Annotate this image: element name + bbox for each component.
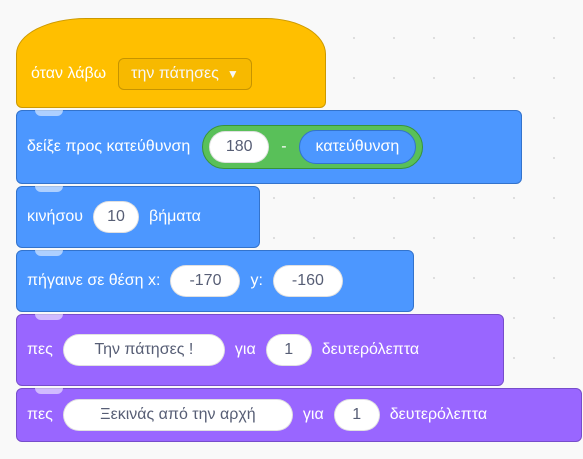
say-for-secs-block-1[interactable]: πες Την πάτησες ! για 1 δευτερόλεπτα — [16, 314, 504, 386]
say-text-input[interactable]: Την πάτησες ! — [62, 334, 225, 366]
steps-input[interactable]: 10 — [92, 201, 139, 233]
seconds-unit-label: δευτερόλεπτα — [321, 341, 420, 358]
point-in-direction-block[interactable]: δείξε προς κατεύθυνση 180 - κατεύθυνση — [16, 110, 522, 184]
say-for-secs-block-2[interactable]: πες Ξεκινάς από την αρχή για 1 δευτερόλε… — [16, 388, 582, 442]
point-in-direction-label: δείξε προς κατεύθυνση — [27, 138, 191, 155]
when-i-receive-block[interactable]: όταν λάβω την πάτησες ▼ — [16, 18, 326, 108]
seconds-unit-label: δευτερόλεπτα — [389, 406, 488, 423]
message-dropdown[interactable]: την πάτησες ▼ — [118, 58, 252, 90]
minus-sign: - — [281, 138, 287, 155]
for-label: για — [234, 341, 256, 358]
message-dropdown-value: την πάτησες — [131, 65, 219, 82]
say-label: πες — [27, 406, 53, 423]
direction-value-input[interactable]: 180 — [209, 131, 270, 163]
when-i-receive-label: όταν λάβω — [31, 65, 107, 82]
move-steps-block[interactable]: κινήσου 10 βήματα — [16, 186, 260, 248]
move-label: κινήσου — [27, 208, 83, 225]
say-text-input[interactable]: Ξεκινάς από την αρχή — [62, 399, 293, 431]
go-to-label: πήγαινε σε θέση x: — [27, 272, 161, 289]
subtract-operator-block[interactable]: 180 - κατεύθυνση — [202, 125, 424, 169]
for-label: για — [302, 406, 324, 423]
chevron-down-icon: ▼ — [226, 67, 239, 81]
direction-reporter[interactable]: κατεύθυνση — [298, 130, 417, 164]
steps-unit-label: βήματα — [148, 208, 201, 225]
y-input[interactable]: -160 — [272, 265, 343, 297]
x-input[interactable]: -170 — [170, 265, 241, 297]
seconds-input[interactable]: 1 — [333, 399, 380, 431]
y-label: y: — [250, 272, 263, 289]
go-to-xy-block[interactable]: πήγαινε σε θέση x: -170 y: -160 — [16, 250, 414, 312]
seconds-input[interactable]: 1 — [265, 334, 312, 366]
say-label: πες — [27, 341, 53, 358]
